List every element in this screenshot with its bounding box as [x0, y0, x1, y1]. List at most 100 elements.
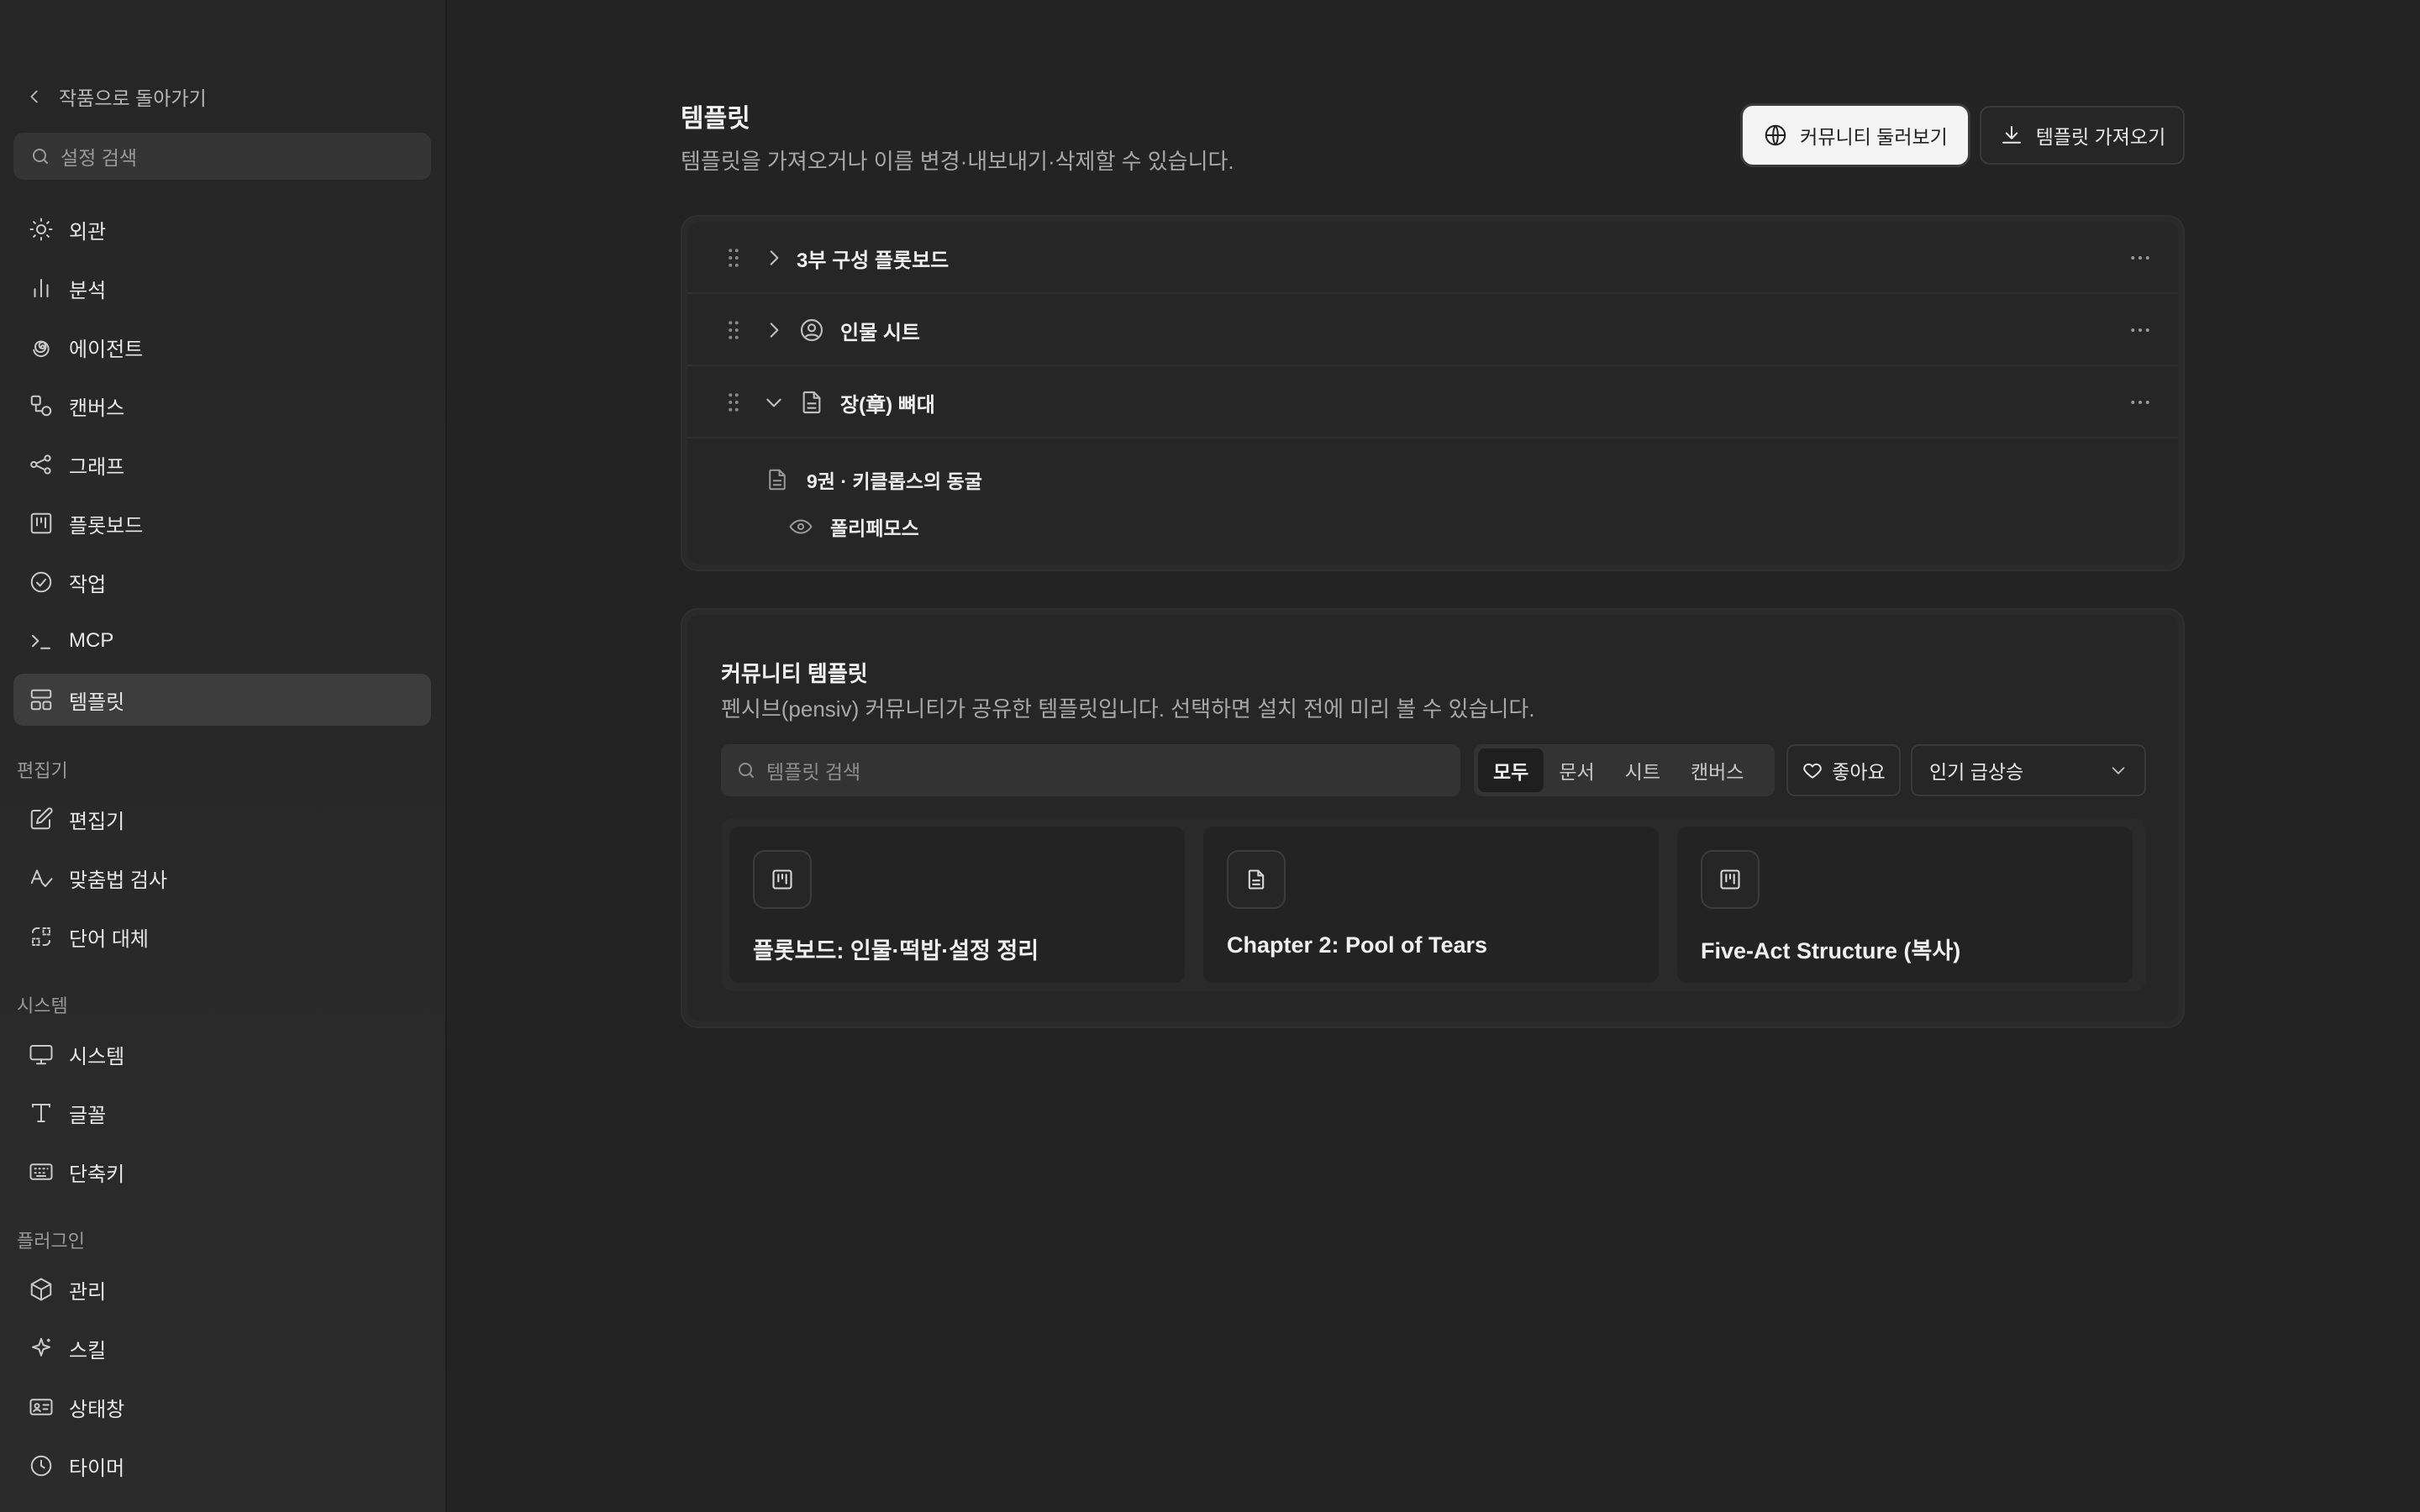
sidebar-item-label: 플롯보드: [69, 514, 144, 538]
community-description: 펜시브(pensiv) 커뮤니티가 공유한 템플릿입니다. 선택하면 설치 전에…: [721, 696, 1535, 722]
template-search-placeholder: 템플릿 검색: [766, 761, 861, 783]
sidebar-item-fonts[interactable]: 글꼴: [13, 1087, 431, 1139]
settings-sidebar: 작품으로 돌아가기 설정 검색 외관 분석 에이전트 캔버스 그래프 플롯보드 …: [0, 0, 447, 1512]
template-name: 3부 구성 플롯보드: [797, 249, 950, 272]
sidebar-item-skills[interactable]: 스킬: [13, 1322, 431, 1374]
search-icon: [739, 763, 754, 778]
sidebar-item-appearance[interactable]: 외관: [13, 203, 431, 255]
sidebar-item-label: 관리: [69, 1280, 107, 1304]
sidebar-item-label: 글꼴: [69, 1104, 107, 1127]
more-options-icon[interactable]: [2128, 245, 2153, 270]
drag-handle-icon[interactable]: [721, 318, 746, 343]
chevron-right-icon[interactable]: [763, 247, 785, 269]
page-description: 템플릿을 가져오거나 이름 변경·내보내기·삭제할 수 있습니다.: [681, 149, 1234, 174]
template-name: 장(章) 뼈대: [840, 394, 935, 417]
download-icon: [2002, 126, 2021, 144]
sidebar-section-system: 시스템: [17, 995, 68, 1016]
import-template-button[interactable]: 템플릿 가져오기: [1980, 106, 2185, 165]
shapes-icon: [30, 395, 52, 417]
keyboard-icon: [29, 1163, 53, 1180]
sidebar-item-label: 스킬: [69, 1339, 107, 1362]
sort-select-value: 인기 급상승: [1929, 761, 2024, 783]
user-circle-icon: [800, 318, 823, 342]
type-icon: [32, 1104, 50, 1122]
community-template-card[interactable]: 플롯보드: 인물·떡밥·설정 정리: [729, 827, 1185, 983]
sidebar-item-tasks[interactable]: 작업: [13, 556, 431, 608]
sidebar-item-shortcuts[interactable]: 단축키: [13, 1146, 431, 1198]
sidebar-section-plugins: 플러그인: [17, 1231, 85, 1252]
community-template-card[interactable]: Five-Act Structure (복사): [1677, 827, 2133, 983]
document-icon: [802, 391, 821, 414]
likes-filter-label: 좋아요: [1832, 761, 1886, 783]
template-child-name: 폴리페모스: [830, 517, 919, 539]
sidebar-item-spellcheck[interactable]: 맞춤법 검사: [13, 852, 431, 904]
template-search-input[interactable]: 템플릿 검색: [721, 744, 1460, 796]
template-name: 인물 시트: [840, 322, 920, 344]
sidebar-item-templates[interactable]: 템플릿: [13, 674, 431, 726]
chevron-right-icon[interactable]: [763, 319, 785, 341]
settings-search-input[interactable]: 설정 검색: [13, 133, 431, 180]
template-child-item[interactable]: 9권 · 키클롭스의 동굴: [765, 465, 982, 494]
sidebar-item-label: 맞춤법 검사: [69, 869, 168, 892]
sidebar-item-label: 에이전트: [69, 338, 144, 361]
sidebar-item-label: 분석: [69, 279, 107, 302]
heart-icon: [1803, 763, 1822, 779]
back-to-works-link[interactable]: 작품으로 돌아가기: [25, 82, 207, 111]
likes-filter-button[interactable]: 좋아요: [1786, 744, 1901, 796]
globe-icon: [1765, 124, 1786, 146]
sort-select[interactable]: 인기 급상승: [1911, 744, 2146, 796]
kanban-icon: [30, 512, 52, 534]
chevron-down-icon: [2112, 767, 2125, 774]
drag-handle-icon[interactable]: [721, 245, 746, 270]
sparkle-icon: [32, 1337, 50, 1357]
kanban-icon: [1720, 869, 1740, 890]
sidebar-item-label: 타이머: [69, 1457, 125, 1480]
sidebar-item-editor[interactable]: 편집기: [13, 793, 431, 845]
card-icon-box: [753, 850, 812, 909]
sidebar-item-statusbar[interactable]: 상태창: [13, 1381, 431, 1433]
type-filter-segmented-control: 모두 문서 시트 캔버스: [1474, 744, 1775, 796]
sidebar-item-word-replace[interactable]: 단어 대체: [13, 911, 431, 963]
clock-icon: [30, 1455, 52, 1477]
eye-icon: [789, 519, 813, 534]
sidebar-item-graph[interactable]: 그래프: [13, 438, 431, 491]
sidebar-item-system[interactable]: 시스템: [13, 1028, 431, 1080]
back-link-label: 작품으로 돌아가기: [59, 87, 207, 109]
chevron-left-icon: [30, 90, 38, 103]
template-row[interactable]: 3부 구성 플롯보드: [687, 222, 2178, 294]
filter-sheet[interactable]: 시트: [1610, 748, 1676, 792]
browse-community-label: 커뮤니티 둘러보기: [1800, 126, 1948, 148]
chevron-down-icon[interactable]: [763, 391, 785, 413]
sidebar-item-label: 단축키: [69, 1163, 125, 1186]
sidebar-item-label: 단어 대체: [69, 927, 149, 951]
card-icon-box: [1227, 850, 1286, 909]
filter-document[interactable]: 문서: [1544, 748, 1609, 792]
layout-icon: [30, 689, 52, 711]
card-title: Five-Act Structure (복사): [1701, 938, 1961, 963]
sidebar-item-timer[interactable]: 타이머: [13, 1440, 431, 1492]
sidebar-item-agent[interactable]: 에이전트: [13, 321, 431, 373]
sidebar-item-analytics[interactable]: 분석: [13, 262, 431, 314]
card-title: Chapter 2: Pool of Tears: [1227, 932, 1488, 958]
more-options-icon[interactable]: [2128, 390, 2153, 415]
template-child-item[interactable]: 폴리페모스: [788, 512, 919, 541]
browse-community-button[interactable]: 커뮤니티 둘러보기: [1743, 106, 1968, 165]
document-icon: [769, 469, 786, 491]
template-list: 3부 구성 플롯보드 인물 시트 장(章) 뼈대 9권 · 키클롭스의 동굴 폴…: [681, 215, 2185, 571]
sidebar-item-manage[interactable]: 관리: [13, 1263, 431, 1315]
kanban-icon: [772, 869, 792, 890]
filter-all[interactable]: 모두: [1478, 748, 1544, 792]
template-row[interactable]: 인물 시트: [687, 294, 2178, 366]
template-row[interactable]: 장(章) 뼈대: [687, 366, 2178, 438]
drag-handle-icon[interactable]: [721, 390, 746, 415]
id-card-icon: [29, 1399, 53, 1415]
sidebar-item-mcp[interactable]: MCP: [13, 615, 431, 667]
filter-canvas[interactable]: 캔버스: [1676, 748, 1759, 792]
sidebar-item-plotboard[interactable]: 플롯보드: [13, 497, 431, 549]
bar-chart-icon: [34, 279, 49, 297]
sidebar-item-canvas[interactable]: 캔버스: [13, 380, 431, 432]
check-circle-icon: [30, 571, 52, 593]
community-template-card[interactable]: Chapter 2: Pool of Tears: [1203, 827, 1659, 983]
settings-search-placeholder: 설정 검색: [60, 147, 138, 169]
more-options-icon[interactable]: [2128, 318, 2153, 343]
